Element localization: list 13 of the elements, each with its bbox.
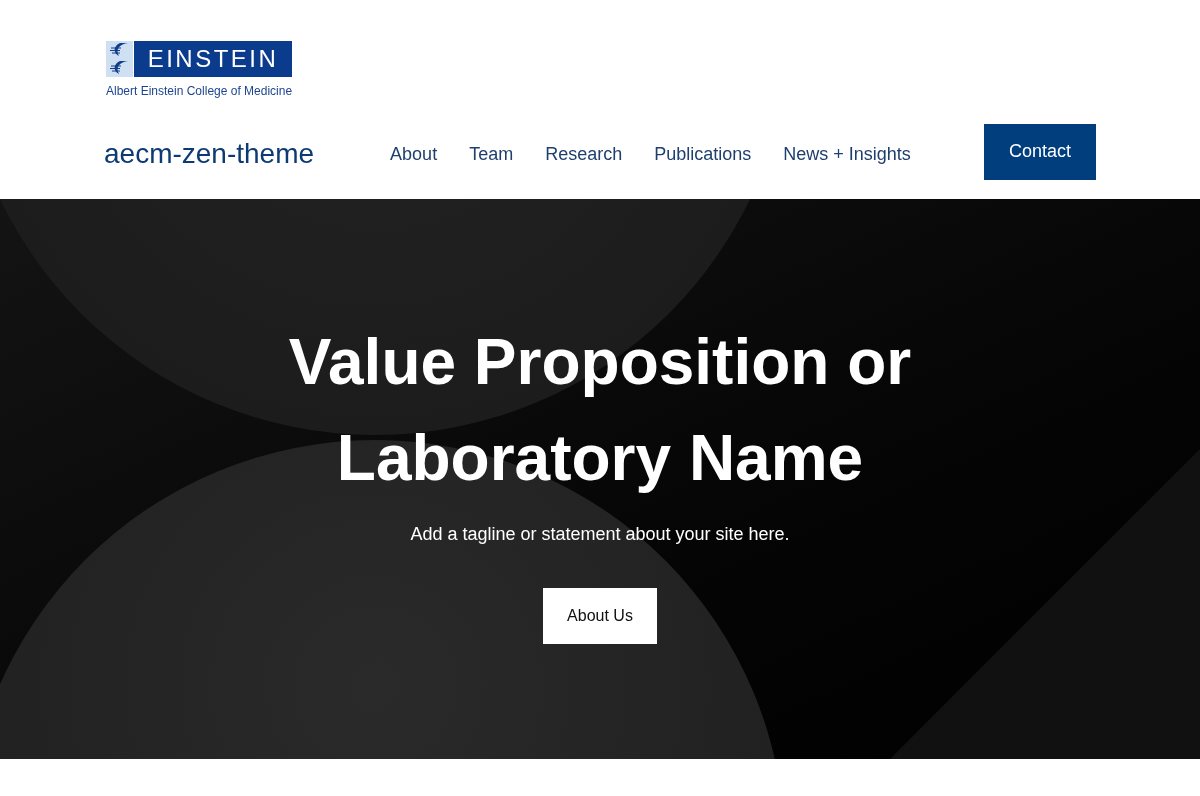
nav-link[interactable]: News + Insights <box>783 143 911 166</box>
about-us-button[interactable]: About Us <box>543 588 657 644</box>
logo-subtitle: Albert Einstein College of Medicine <box>106 84 293 98</box>
nav-link[interactable]: About <box>390 143 438 166</box>
nav-link[interactable]: Research <box>545 143 623 166</box>
nav-link[interactable]: Team <box>469 143 514 166</box>
hero-title: Value Proposition or Laboratory Name <box>287 325 913 496</box>
nav-link[interactable]: Publications <box>654 143 752 166</box>
site-title-link[interactable]: aecm-zen-theme <box>104 140 315 168</box>
contact-button[interactable]: Contact <box>984 124 1096 180</box>
logo-emblem-icon <box>106 41 133 77</box>
hero-tagline: Add a tagline or statement about your site here. <box>410 523 790 545</box>
logo-wordmark: EINSTEIN <box>134 41 292 77</box>
